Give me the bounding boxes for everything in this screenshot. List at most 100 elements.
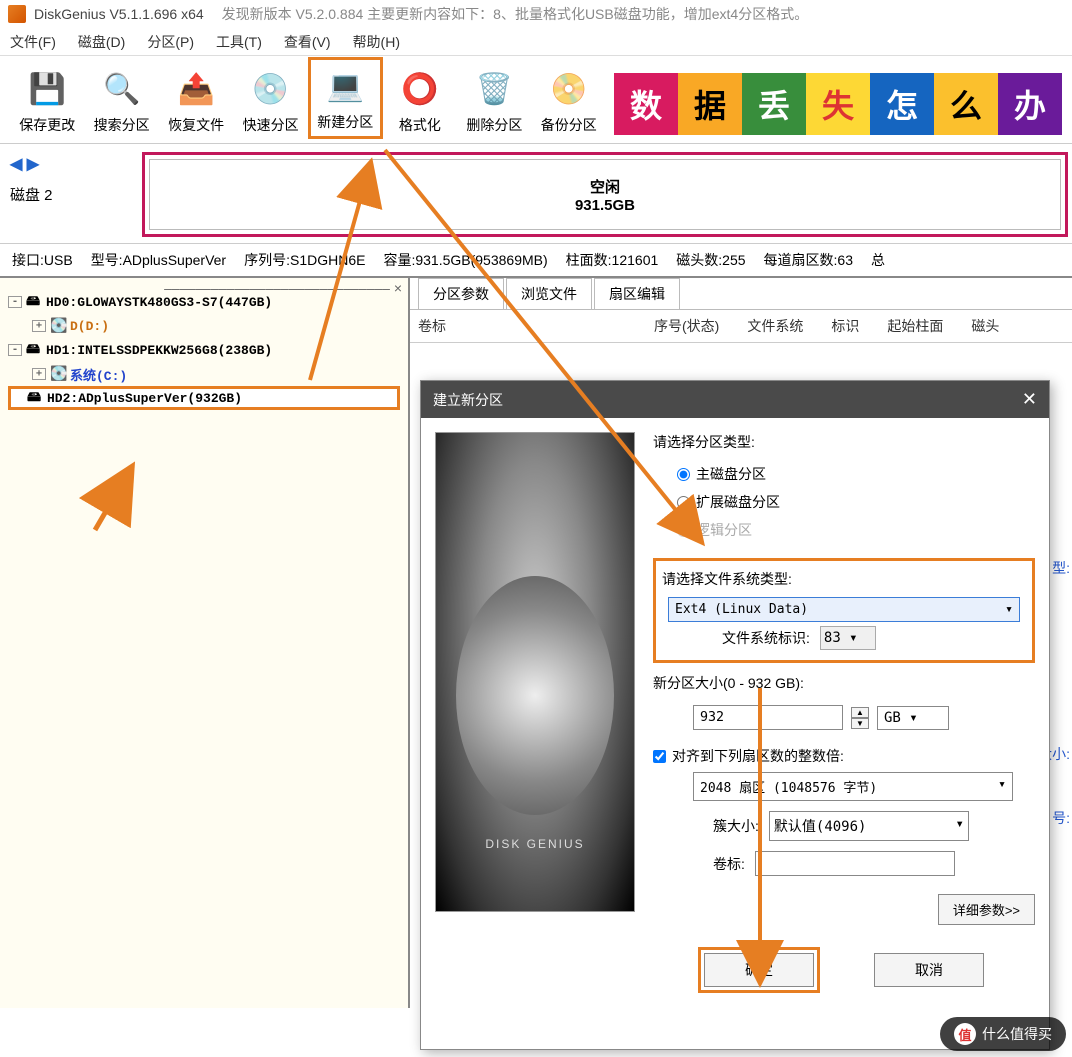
- disk-map-bar: ◀ ▶ 磁盘 2 空闲 931.5GB: [0, 144, 1072, 244]
- toolbar-delete-label: 删除分区: [466, 115, 522, 135]
- banner-tile: 数: [614, 73, 678, 135]
- app-title: DiskGenius V5.1.1.696 x64: [34, 6, 204, 22]
- partition-type-label: 请选择分区类型:: [653, 432, 1035, 452]
- watermark: 值 什么值得买: [940, 1017, 1066, 1051]
- toolbar-recover-label: 恢复文件: [168, 115, 224, 135]
- banner-tile: 办: [998, 73, 1062, 135]
- toolbar-backup-label: 备份分区: [541, 115, 597, 135]
- banner-tile: 么: [934, 73, 998, 135]
- fs-type-select[interactable]: Ext4 (Linux Data)▾: [668, 597, 1020, 622]
- detail-params-button[interactable]: 详细参数>>: [938, 894, 1035, 925]
- align-label: 对齐到下列扇区数的整数倍:: [672, 746, 844, 766]
- tab-partition-params[interactable]: 分区参数: [418, 278, 504, 309]
- disk-current-label: 磁盘 2: [10, 184, 134, 205]
- toolbar-backup[interactable]: 📀 备份分区: [532, 63, 606, 139]
- col-heads[interactable]: 磁头: [971, 316, 999, 336]
- disk-info-line: 接口:USB 型号:ADplusSuperVer 序列号:S1DGHN6E 容量…: [0, 244, 1072, 278]
- radio-primary-input[interactable]: [677, 468, 690, 481]
- toolbar-newpart-label: 新建分区: [317, 112, 373, 132]
- pane-close-icon[interactable]: ––––––––––––––––––––––––––––– ×: [164, 280, 402, 296]
- col-flag[interactable]: 标识: [831, 316, 859, 336]
- watermark-text: 什么值得买: [982, 1024, 1052, 1044]
- dialog-disk-image: [435, 432, 635, 912]
- banner-tile: 据: [678, 73, 742, 135]
- trash-icon: 🗑️: [472, 67, 516, 111]
- tab-browse-files[interactable]: 浏览文件: [506, 278, 592, 309]
- ok-button[interactable]: 确定: [704, 953, 814, 987]
- side-label-type: 型:: [1052, 558, 1070, 578]
- align-sectors-select[interactable]: 2048 扇区 (1048576 字节)▾: [693, 772, 1013, 801]
- partition-size-label: 新分区大小(0 - 932 GB):: [653, 673, 1035, 693]
- banner-tile: 失: [806, 73, 870, 135]
- menubar: 文件(F) 磁盘(D) 分区(P) 工具(T) 查看(V) 帮助(H): [0, 28, 1072, 56]
- volume-label-label: 卷标:: [713, 854, 745, 874]
- free-label: 空闲: [590, 176, 620, 197]
- partition-map[interactable]: 空闲 931.5GB: [142, 152, 1068, 237]
- ad-banner[interactable]: 数 据 丢 失 怎 么 办: [614, 69, 1062, 139]
- column-headers: 卷标 序号(状态) 文件系统 标识 起始柱面 磁头: [410, 310, 1072, 343]
- menu-file[interactable]: 文件(F): [10, 32, 56, 52]
- menu-partition[interactable]: 分区(P): [147, 32, 194, 52]
- side-label-num: 号:: [1052, 808, 1070, 828]
- laptop-icon: 💻: [323, 64, 367, 108]
- toolbar-search[interactable]: 🔍搜索分区: [84, 63, 158, 139]
- menu-disk[interactable]: 磁盘(D): [78, 32, 125, 52]
- toolbar-format[interactable]: ⭕ 格式化: [383, 63, 457, 139]
- col-startcyl[interactable]: 起始柱面: [887, 316, 943, 336]
- fs-id-label: 文件系统标识:: [722, 628, 810, 648]
- dialog-title-text: 建立新分区: [433, 390, 503, 410]
- size-unit-select[interactable]: GB ▾: [877, 706, 949, 730]
- save-icon: 💾: [25, 67, 69, 111]
- backup-icon: 📀: [547, 67, 591, 111]
- tree-hd2[interactable]: 🖴HD2:ADplusSuperVer(932GB): [8, 386, 400, 410]
- filesystem-highlight-box: 请选择文件系统类型: Ext4 (Linux Data)▾ 文件系统标识: 83…: [653, 558, 1035, 663]
- partition-size-input[interactable]: [693, 705, 843, 730]
- titlebar: DiskGenius V5.1.1.696 x64 发现新版本 V5.2.0.8…: [0, 0, 1072, 28]
- toolbar-search-label: 搜索分区: [94, 115, 150, 135]
- format-icon: ⭕: [398, 67, 442, 111]
- new-partition-dialog: 建立新分区 ✕ 请选择分区类型: 主磁盘分区 扩展磁盘分区 逻辑分区 请选择文件…: [420, 380, 1050, 1050]
- free-space-block[interactable]: 空闲 931.5GB: [149, 159, 1061, 230]
- toolbar-quick[interactable]: 💿快速分区: [233, 63, 307, 139]
- radio-extended[interactable]: 扩展磁盘分区: [653, 488, 1035, 516]
- tree-hd1-c[interactable]: +💽系统(C:): [8, 362, 400, 386]
- disk-tree-pane: ––––––––––––––––––––––––––––– × -🖴HD0:GL…: [0, 278, 410, 1008]
- align-checkbox[interactable]: [653, 750, 666, 763]
- tab-sector-edit[interactable]: 扇区编辑: [594, 278, 680, 309]
- cluster-size-select[interactable]: 默认值(4096)▾: [769, 811, 969, 841]
- menu-help[interactable]: 帮助(H): [353, 32, 400, 52]
- tree-hd1[interactable]: -🖴HD1:INTELSSDPEKKW256G8(238GB): [8, 338, 400, 362]
- size-spinner[interactable]: ▲▼: [851, 707, 869, 729]
- volume-label-input[interactable]: [755, 851, 955, 876]
- radio-logical: 逻辑分区: [653, 516, 1035, 544]
- tabs: 分区参数 浏览文件 扇区编辑: [410, 278, 1072, 310]
- toolbar-save[interactable]: 💾保存更改: [10, 63, 84, 139]
- toolbar-format-label: 格式化: [399, 115, 441, 135]
- watermark-badge-icon: 值: [954, 1023, 976, 1045]
- cluster-size-label: 簇大小:: [713, 816, 759, 836]
- update-notice[interactable]: 发现新版本 V5.2.0.884 主要更新内容如下：8、批量格式化USB磁盘功能…: [222, 4, 809, 24]
- fs-type-label: 请选择文件系统类型:: [662, 569, 1026, 589]
- tree-hd0-d[interactable]: +💽D(D:): [8, 314, 400, 338]
- menu-view[interactable]: 查看(V): [284, 32, 331, 52]
- menu-tools[interactable]: 工具(T): [216, 32, 262, 52]
- banner-tile: 丢: [742, 73, 806, 135]
- fs-id-select[interactable]: 83 ▾: [820, 626, 876, 650]
- radio-extended-input[interactable]: [677, 496, 690, 509]
- dialog-close-icon[interactable]: ✕: [1022, 389, 1037, 410]
- toolbar-quick-label: 快速分区: [243, 115, 299, 135]
- app-logo-icon: [8, 5, 26, 23]
- dialog-titlebar[interactable]: 建立新分区 ✕: [421, 381, 1049, 418]
- free-size: 931.5GB: [575, 197, 635, 214]
- col-volume[interactable]: 卷标: [418, 316, 446, 336]
- col-seq[interactable]: 序号(状态): [654, 316, 719, 336]
- align-checkbox-row[interactable]: 对齐到下列扇区数的整数倍:: [653, 746, 1035, 766]
- disk-nav[interactable]: ◀ ▶: [10, 154, 134, 174]
- toolbar-delete[interactable]: 🗑️ 删除分区: [457, 63, 531, 139]
- toolbar-recover[interactable]: 📤恢复文件: [159, 63, 233, 139]
- col-fs[interactable]: 文件系统: [747, 316, 803, 336]
- radio-logical-input: [677, 524, 690, 537]
- toolbar-new-partition[interactable]: 💻 新建分区: [308, 57, 383, 139]
- cancel-button[interactable]: 取消: [874, 953, 984, 987]
- radio-primary[interactable]: 主磁盘分区: [653, 460, 1035, 488]
